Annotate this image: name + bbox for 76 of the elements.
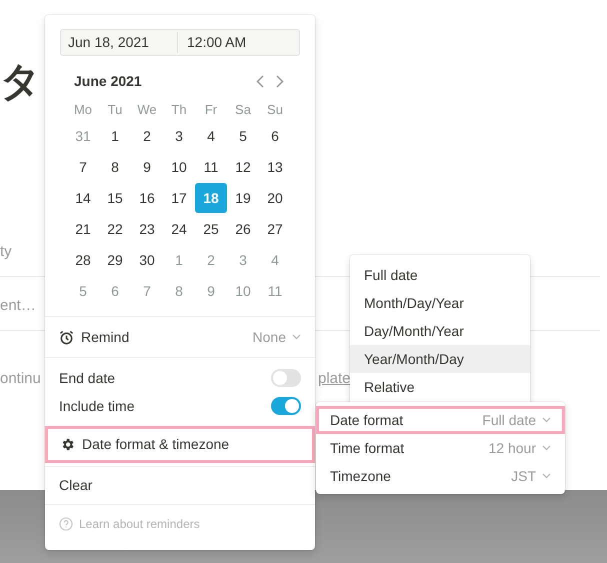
calendar-day[interactable]: 6 [259,121,291,151]
format-label: Time format [330,438,404,458]
toggle-switch[interactable] [271,397,301,415]
remind-value: None [252,328,286,346]
calendar-day[interactable]: 19 [227,183,259,213]
weekday-label: Th [170,101,188,120]
format-menu-row[interactable]: Timezone JST [316,462,565,490]
date-format-option[interactable]: Relative [350,373,530,401]
month-title: June 2021 [74,72,142,90]
page-text: ontinu [0,369,41,389]
calendar-day[interactable]: 24 [163,214,195,244]
calendar-day[interactable]: 12 [227,152,259,182]
date-time-field[interactable]: Jun 18, 2021 12:00 AM [60,29,300,56]
format-value: JST [511,466,536,486]
calendar-day[interactable]: 16 [131,183,163,213]
calendar-day[interactable]: 4 [195,121,227,151]
weekday-label: We [136,101,158,120]
chevron-down-icon [542,417,551,423]
format-menu-row[interactable]: Date format Full date [316,406,565,434]
date-format-option[interactable]: Month/Day/Year [350,289,530,317]
page-text: ent… [0,296,36,316]
question-circle-icon [59,517,73,531]
calendar-day[interactable]: 25 [195,214,227,244]
calendar-day[interactable]: 3 [163,121,195,151]
calendar-day[interactable]: 10 [163,152,195,182]
calendar-day[interactable]: 7 [67,152,99,182]
calendar-day[interactable]: 9 [131,152,163,182]
toggle-label: Include time [59,396,134,416]
weekday-label: Fr [204,101,218,120]
format-value: 12 hour [488,438,536,458]
remind-label: Remind [81,328,130,346]
remind-row[interactable]: Remind None [45,317,315,357]
weekday-label: Mo [72,101,94,120]
calendar-day[interactable]: 1 [99,121,131,151]
format-label: Timezone [330,466,391,486]
chevron-down-icon [542,445,551,451]
weekday-label: Su [266,101,284,120]
date-value: Jun 18, 2021 [68,32,178,53]
weekday-label: Tu [106,101,124,120]
calendar-day[interactable]: 17 [163,183,195,213]
chevron-right-icon[interactable] [276,74,284,88]
format-menu-row[interactable]: Time format 12 hour [316,434,565,462]
date-format-option[interactable]: Full date [350,261,530,289]
format-label: Date format [330,410,404,430]
alarm-clock-icon [59,330,74,344]
calendar-day[interactable]: 5 [227,121,259,151]
date-format-option[interactable]: Year/Month/Day [350,345,530,373]
toggle-switch[interactable] [271,369,301,387]
date-format-option[interactable]: Day/Month/Year [350,317,530,345]
page-text: ty [0,242,12,262]
calendar-day[interactable]: 2 [131,121,163,151]
calendar-day[interactable]: 28 [67,245,99,275]
time-value: 12:00 AM [186,33,246,52]
calendar-day[interactable]: 22 [99,214,131,244]
clear-item[interactable]: Clear [45,467,315,504]
calendar-day[interactable]: 27 [259,214,291,244]
chevron-left-icon[interactable] [256,74,264,88]
calendar-day[interactable]: 8 [99,152,131,182]
chevron-down-icon [292,334,301,340]
calendar-day[interactable]: 23 [131,214,163,244]
chevron-down-icon [542,473,551,479]
date-format-timezone-item[interactable]: Date format & timezone [45,426,315,463]
calendar-day[interactable]: 20 [259,183,291,213]
calendar-day[interactable]: 14 [67,183,99,213]
toggle-label: End date [59,368,116,388]
format-value: Full date [482,410,536,430]
calendar-day[interactable]: 13 [259,152,291,182]
calendar-day[interactable]: 30 [131,245,163,275]
weekday-label: Sa [234,101,252,120]
calendar-day[interactable]: 11 [195,152,227,182]
calendar-day[interactable]: 21 [67,214,99,244]
gear-icon [60,437,75,452]
page-heading: タ [0,62,41,102]
calendar-day[interactable]: 26 [227,214,259,244]
calendar-day[interactable]: 15 [99,183,131,213]
calendar-day[interactable]: 29 [99,245,131,275]
